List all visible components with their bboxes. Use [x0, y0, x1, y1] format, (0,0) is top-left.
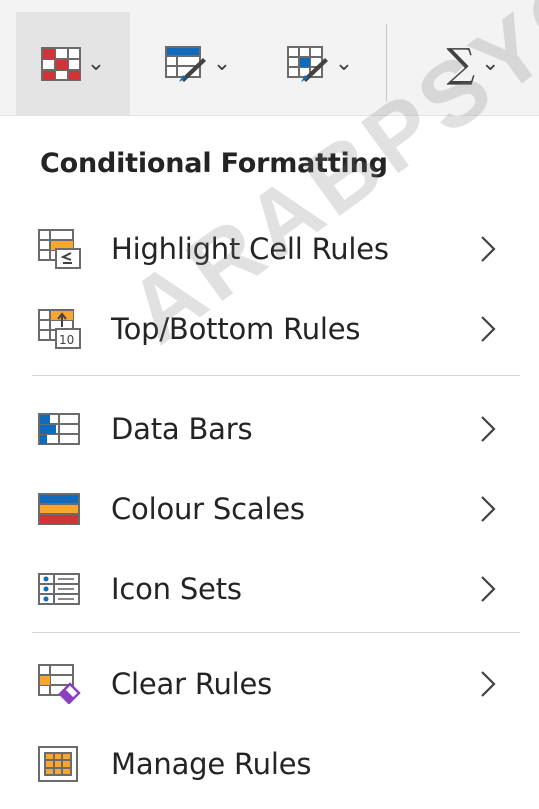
ribbon-separator [386, 24, 387, 102]
colour-scales-icon [38, 493, 80, 525]
chevron-right-icon [481, 316, 496, 342]
chevron-right-icon [481, 236, 496, 262]
menu-item-label: Top/Bottom Rules [111, 312, 361, 346]
menu-item-label: Icon Sets [111, 572, 242, 606]
ribbon-toolbar: ⌄ ⌄ ⌄ ∑ ⌄ [0, 0, 539, 116]
icon-sets-icon [38, 573, 80, 605]
menu-item-icon-sets[interactable]: Icon Sets [0, 550, 539, 628]
cell-styles-button[interactable]: ⌄ [268, 12, 372, 116]
menu-item-label: Highlight Cell Rules [111, 232, 389, 266]
menu-item-label: Colour Scales [111, 492, 305, 526]
autosum-icon: ∑ [446, 41, 476, 87]
conditional-formatting-icon [40, 47, 81, 81]
format-as-table-button[interactable]: ⌄ [146, 12, 250, 116]
format-as-table-icon [164, 46, 206, 82]
chevron-down-icon: ⌄ [86, 51, 106, 76]
autosum-button[interactable]: ∑ ⌄ [418, 12, 528, 116]
menu-title: Conditional Formatting [40, 148, 388, 179]
conditional-formatting-button[interactable]: ⌄ [16, 12, 130, 116]
top-bottom-rules-icon: 10 [38, 309, 81, 349]
chevron-right-icon [481, 671, 496, 697]
svg-text:10: 10 [59, 333, 74, 347]
menu-item-label: Data Bars [111, 412, 253, 446]
menu-item-colour-scales[interactable]: Colour Scales [0, 470, 539, 548]
menu-item-label: Clear Rules [111, 667, 273, 701]
highlight-cell-rules-icon [38, 229, 81, 269]
chevron-right-icon [481, 416, 496, 442]
chevron-right-icon [481, 496, 496, 522]
chevron-down-icon: ⌄ [481, 51, 500, 76]
menu-divider [32, 632, 520, 633]
menu-item-highlight-cell-rules[interactable]: Highlight Cell Rules [0, 210, 539, 288]
cell-styles-icon [286, 46, 328, 82]
chevron-down-icon: ⌄ [334, 51, 354, 76]
menu-item-top-bottom-rules[interactable]: 10 Top/Bottom Rules [0, 290, 539, 368]
data-bars-icon [38, 413, 80, 445]
menu-item-manage-rules[interactable]: Manage Rules [0, 725, 539, 803]
menu-divider [32, 375, 520, 376]
manage-rules-icon [38, 746, 78, 782]
clear-rules-icon [38, 664, 81, 704]
menu-item-clear-rules[interactable]: Clear Rules [0, 645, 539, 723]
chevron-right-icon [481, 576, 496, 602]
menu-item-label: Manage Rules [111, 747, 312, 781]
chevron-down-icon: ⌄ [212, 51, 232, 76]
menu-item-data-bars[interactable]: Data Bars [0, 390, 539, 468]
